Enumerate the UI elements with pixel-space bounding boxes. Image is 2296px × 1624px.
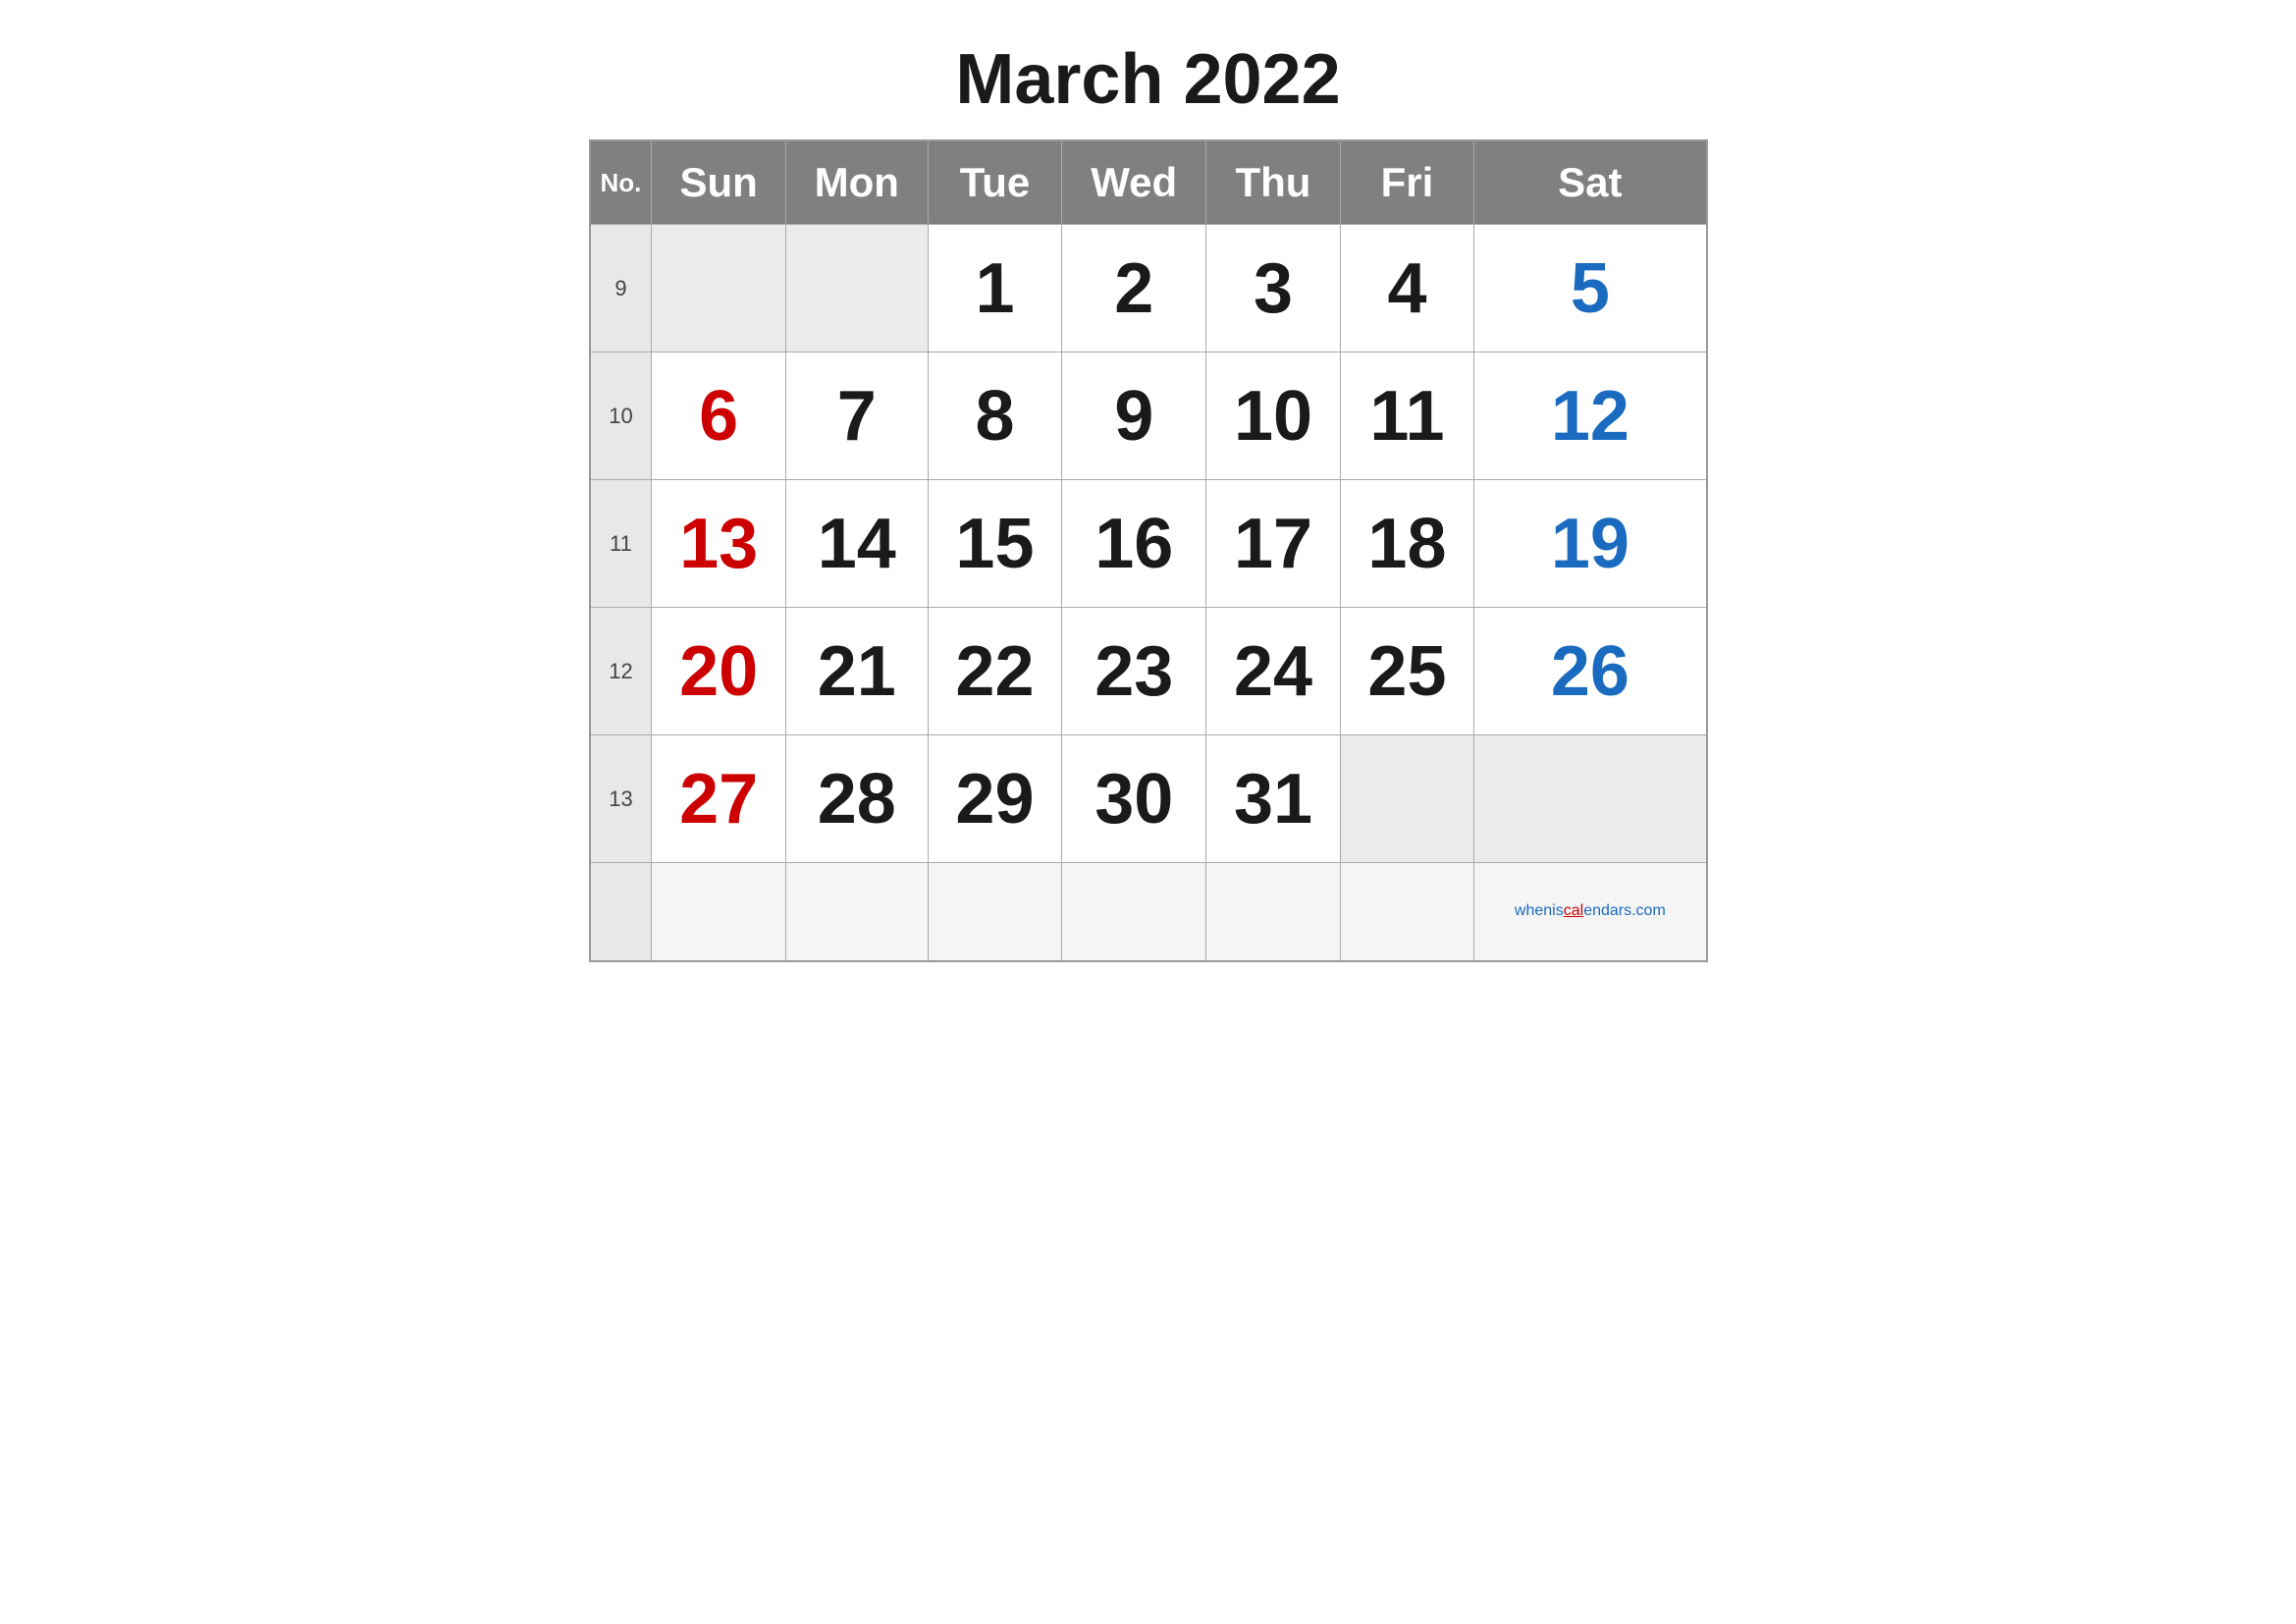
- header-sat: Sat: [1474, 140, 1707, 225]
- day-cell[interactable]: 12: [1474, 352, 1707, 480]
- week-number: 11: [590, 480, 652, 608]
- day-cell[interactable]: [652, 225, 785, 352]
- week-number-empty: [590, 863, 652, 961]
- day-cell[interactable]: 30: [1062, 735, 1206, 863]
- day-cell[interactable]: 3: [1206, 225, 1340, 352]
- week-number: 13: [590, 735, 652, 863]
- day-cell[interactable]: 27: [652, 735, 785, 863]
- header-no: No.: [590, 140, 652, 225]
- empty-cell: [1062, 863, 1206, 961]
- day-cell[interactable]: 19: [1474, 480, 1707, 608]
- day-cell[interactable]: 21: [785, 608, 928, 735]
- watermark-cell[interactable]: wheniscalendars.com: [1474, 863, 1707, 961]
- empty-cell: [785, 863, 928, 961]
- calendar-title: March 2022: [589, 39, 1708, 120]
- day-cell[interactable]: 22: [928, 608, 1061, 735]
- day-cell[interactable]: 15: [928, 480, 1061, 608]
- week-row: 1220212223242526: [590, 608, 1707, 735]
- day-cell[interactable]: 17: [1206, 480, 1340, 608]
- week-row: 106789101112: [590, 352, 1707, 480]
- day-cell[interactable]: 16: [1062, 480, 1206, 608]
- day-cell[interactable]: [1474, 735, 1707, 863]
- day-cell[interactable]: 6: [652, 352, 785, 480]
- empty-cell: [1206, 863, 1340, 961]
- week-number: 10: [590, 352, 652, 480]
- header-wed: Wed: [1062, 140, 1206, 225]
- header-thu: Thu: [1206, 140, 1340, 225]
- day-cell[interactable]: 14: [785, 480, 928, 608]
- calendar-table: No. Sun Mon Tue Wed Thu Fri Sat 91234510…: [589, 139, 1708, 962]
- day-cell[interactable]: 20: [652, 608, 785, 735]
- day-cell[interactable]: 7: [785, 352, 928, 480]
- day-cell[interactable]: 26: [1474, 608, 1707, 735]
- empty-cell: [928, 863, 1061, 961]
- day-cell[interactable]: 4: [1340, 225, 1473, 352]
- day-cell[interactable]: 2: [1062, 225, 1206, 352]
- day-cell[interactable]: [1340, 735, 1473, 863]
- week-number: 9: [590, 225, 652, 352]
- day-cell[interactable]: 31: [1206, 735, 1340, 863]
- day-cell[interactable]: 9: [1062, 352, 1206, 480]
- week-number: 12: [590, 608, 652, 735]
- day-cell[interactable]: 5: [1474, 225, 1707, 352]
- week-row: 9 12345: [590, 225, 1707, 352]
- header-sun: Sun: [652, 140, 785, 225]
- day-cell[interactable]: 18: [1340, 480, 1473, 608]
- day-cell[interactable]: [785, 225, 928, 352]
- week-row: 132728293031: [590, 735, 1707, 863]
- empty-cell: [652, 863, 785, 961]
- header-row: No. Sun Mon Tue Wed Thu Fri Sat: [590, 140, 1707, 225]
- header-fri: Fri: [1340, 140, 1473, 225]
- day-cell[interactable]: 23: [1062, 608, 1206, 735]
- day-cell[interactable]: 24: [1206, 608, 1340, 735]
- day-cell[interactable]: 25: [1340, 608, 1473, 735]
- day-cell[interactable]: 10: [1206, 352, 1340, 480]
- day-cell[interactable]: 13: [652, 480, 785, 608]
- day-cell[interactable]: 8: [928, 352, 1061, 480]
- header-tue: Tue: [928, 140, 1061, 225]
- calendar-container: March 2022 No. Sun Mon Tue Wed Thu Fri S…: [560, 20, 1737, 1001]
- empty-row: wheniscalendars.com: [590, 863, 1707, 961]
- day-cell[interactable]: 1: [928, 225, 1061, 352]
- header-mon: Mon: [785, 140, 928, 225]
- day-cell[interactable]: 29: [928, 735, 1061, 863]
- day-cell[interactable]: 11: [1340, 352, 1473, 480]
- empty-cell: [1340, 863, 1473, 961]
- watermark-link[interactable]: wheniscalendars.com: [1515, 902, 1666, 919]
- day-cell[interactable]: 28: [785, 735, 928, 863]
- week-row: 1113141516171819: [590, 480, 1707, 608]
